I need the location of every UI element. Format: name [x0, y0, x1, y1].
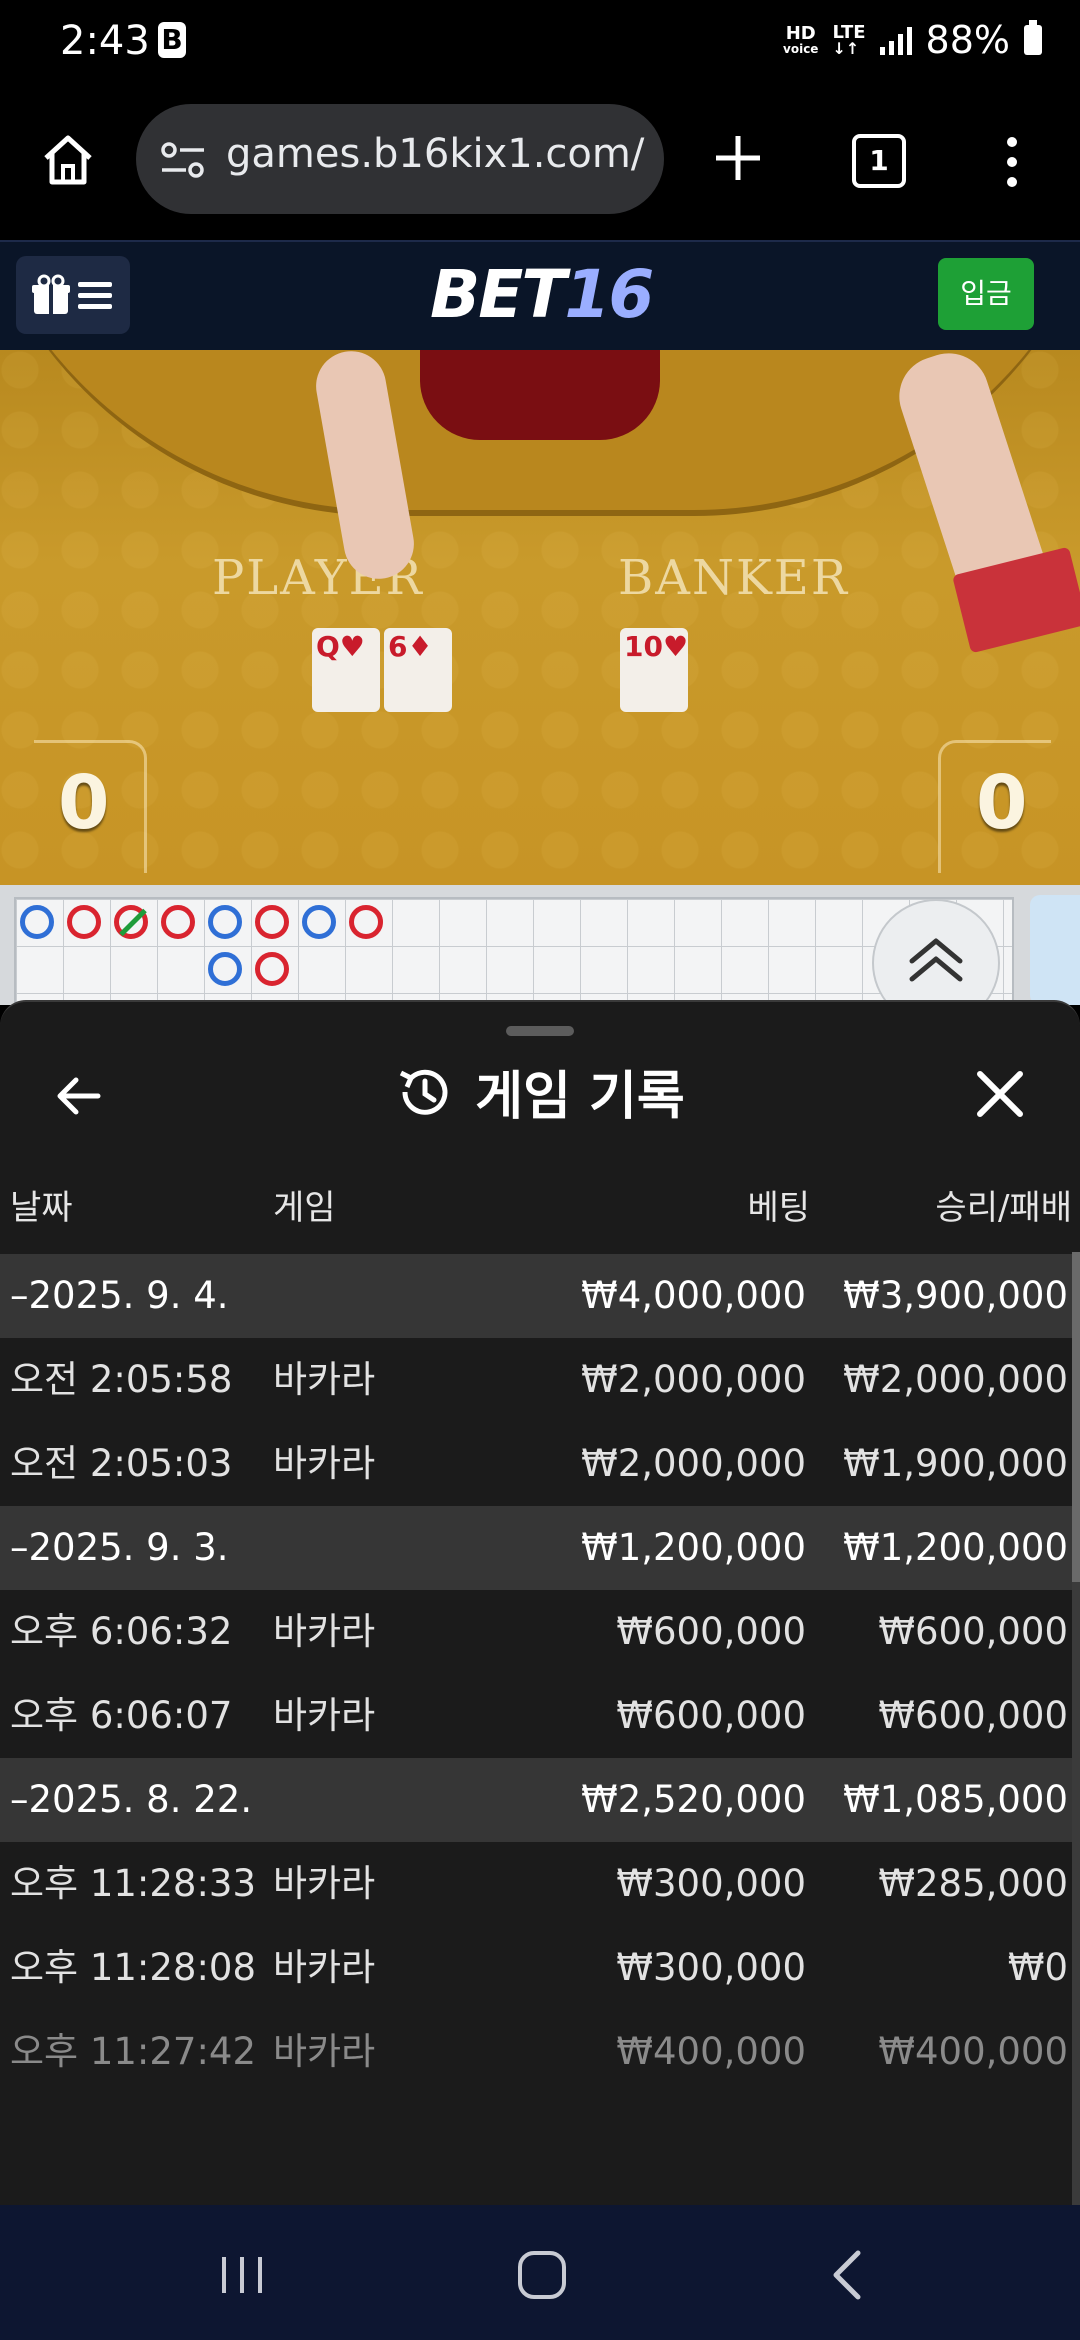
- site-header: BET16 입금: [0, 240, 1080, 352]
- banker-score: 0: [976, 760, 1028, 846]
- player-card-1: Q♥: [312, 628, 380, 712]
- home-icon[interactable]: [38, 130, 98, 190]
- banker-card-1: 10♥: [620, 628, 688, 712]
- system-nav-bar: [0, 2205, 1080, 2340]
- gift-icon: [32, 274, 70, 314]
- lte-icon: LTE ↓↑: [832, 22, 866, 58]
- back-nav-icon[interactable]: [818, 2245, 878, 2305]
- more-options-icon[interactable]: [1000, 134, 1024, 190]
- road-bead: [208, 952, 242, 986]
- bead-road[interactable]: [0, 885, 1080, 1027]
- status-right: HD voice LTE ↓↑ 88%: [783, 18, 1042, 62]
- status-bar: 2:43 B HD voice LTE ↓↑ 88%: [0, 0, 1080, 90]
- url-text[interactable]: games.b16kix1.com/l: [226, 131, 646, 177]
- home-nav-icon[interactable]: [512, 2245, 572, 2305]
- address-bar[interactable]: games.b16kix1.com/l: [136, 104, 664, 214]
- history-row[interactable]: 오전 2:05:03 바카라 ₩2,000,000 ₩1,900,000: [0, 1422, 1072, 1506]
- gift-menu-button[interactable]: [16, 256, 130, 334]
- road-bead: [255, 952, 289, 986]
- history-list: –2025. 9. 4. ₩4,000,000 ₩3,900,000 오전 2:…: [0, 1254, 1072, 2094]
- history-row[interactable]: 오후 6:06:32 바카라 ₩600,000 ₩600,000: [0, 1590, 1072, 1674]
- column-bet[interactable]: 베팅: [747, 1180, 810, 1229]
- bead-road-grid: [14, 897, 1014, 1011]
- bet16-logo[interactable]: BET16: [430, 256, 654, 333]
- game-history-sheet: 게임 기록 날짜 게임 베팅 승리/패배 –2025. 9. 4. ₩4,000…: [0, 1000, 1080, 2207]
- battery-percent: 88%: [925, 18, 1010, 62]
- history-icon: [400, 1069, 448, 1115]
- dealer: [420, 350, 660, 440]
- sheet-drag-handle[interactable]: [506, 1026, 574, 1036]
- live-video[interactable]: PLAYER BANKER Q♥ 6♦ 10♥ 0 0: [0, 350, 1080, 885]
- banker-label: BANKER: [618, 550, 849, 606]
- road-bead: [67, 905, 101, 939]
- browser-toolbar: games.b16kix1.com/l 1: [0, 90, 1080, 240]
- column-win-loss[interactable]: 승리/패배: [935, 1180, 1072, 1229]
- column-date[interactable]: 날짜: [10, 1180, 73, 1229]
- new-tab-icon[interactable]: [710, 130, 766, 186]
- chevron-up-icon: [909, 938, 963, 982]
- close-icon[interactable]: [972, 1066, 1028, 1122]
- date-group-row[interactable]: –2025. 9. 3. ₩1,200,000 ₩1,200,000: [0, 1506, 1072, 1590]
- player-score: 0: [58, 760, 110, 846]
- player-card-2: 6♦: [384, 628, 452, 712]
- menu-icon: [78, 282, 112, 309]
- road-bead: [161, 905, 195, 939]
- road-bead: [208, 905, 242, 939]
- scrollbar-thumb[interactable]: [1072, 1252, 1080, 1582]
- column-game[interactable]: 게임: [273, 1180, 336, 1229]
- deposit-button[interactable]: 입금: [938, 258, 1034, 330]
- history-row[interactable]: 오후 6:06:07 바카라 ₩600,000 ₩600,000: [0, 1674, 1072, 1758]
- sheet-title: 게임 기록: [0, 1054, 1080, 1129]
- hd-voice-icon: HD voice: [783, 23, 819, 56]
- history-row[interactable]: 오전 2:05:58 바카라 ₩2,000,000 ₩2,000,000: [0, 1338, 1072, 1422]
- history-row[interactable]: 오후 11:28:08 바카라 ₩300,000 ₩0: [0, 1926, 1072, 2010]
- road-bead: [349, 905, 383, 939]
- date-group-row[interactable]: –2025. 9. 4. ₩4,000,000 ₩3,900,000: [0, 1254, 1072, 1338]
- road-bead: [20, 905, 54, 939]
- b-app-icon: B: [158, 22, 186, 58]
- signal-icon: [879, 25, 912, 55]
- history-row[interactable]: 오후 11:28:33 바카라 ₩300,000 ₩285,000: [0, 1842, 1072, 1926]
- status-time: 2:43: [60, 18, 150, 64]
- side-panel-tab[interactable]: [1030, 895, 1080, 1005]
- history-row[interactable]: 오후 11:27:42 바카라 ₩400,000 ₩400,000: [0, 2010, 1072, 2094]
- road-bead: [302, 905, 336, 939]
- road-bead: [255, 905, 289, 939]
- recent-apps-icon[interactable]: [212, 2245, 272, 2305]
- tab-switcher-button[interactable]: 1: [852, 134, 906, 188]
- battery-icon: [1024, 20, 1042, 55]
- date-group-row[interactable]: –2025. 8. 22. ₩2,520,000 ₩1,085,000: [0, 1758, 1072, 1842]
- site-settings-icon[interactable]: [160, 140, 206, 180]
